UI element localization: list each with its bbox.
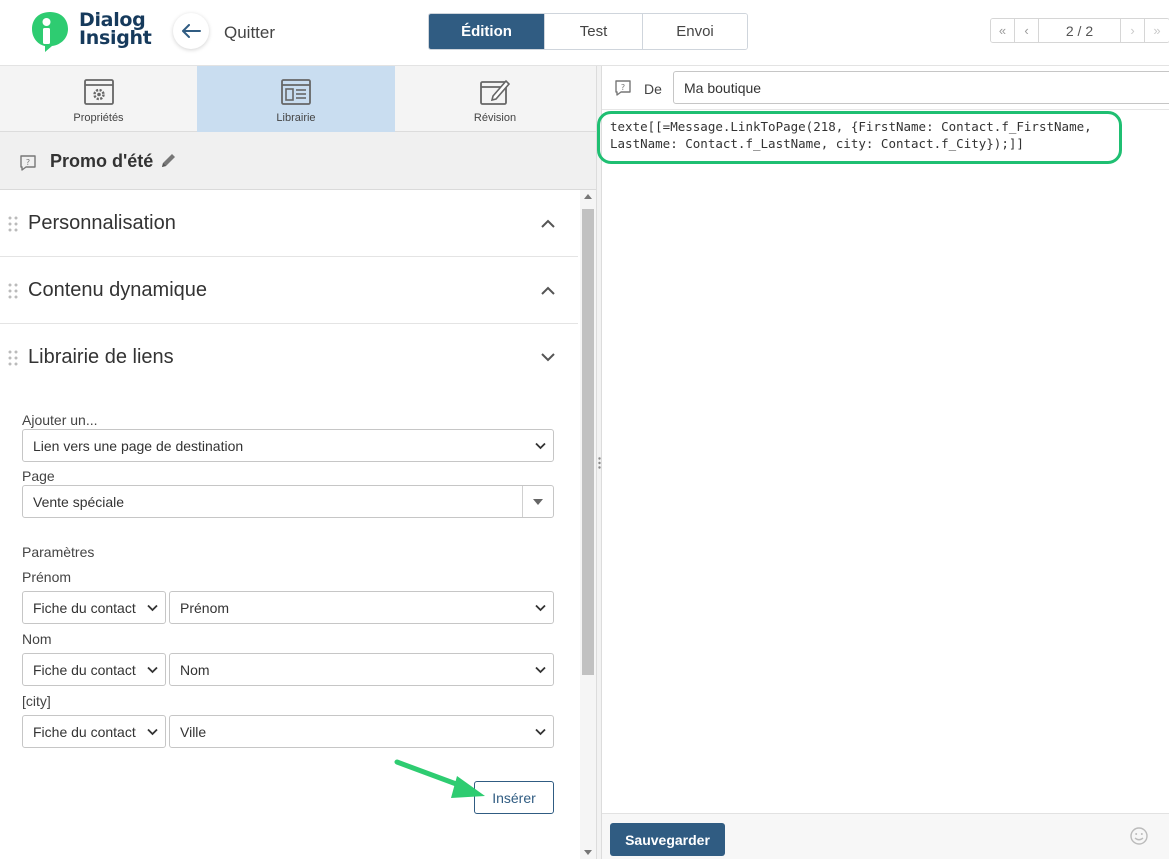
caret-down-icon[interactable] bbox=[533, 499, 543, 505]
prev-page-button[interactable]: ‹ bbox=[1015, 19, 1039, 42]
section-contenu-dynamique[interactable]: Contenu dynamique bbox=[0, 257, 578, 324]
param-source-value: Fiche du contact bbox=[33, 724, 136, 740]
editor-panel: ? De texte[[=Message.LinkToPage(218, {Fi… bbox=[597, 66, 1169, 859]
scroll-down-icon[interactable] bbox=[584, 850, 592, 855]
chevron-down-icon bbox=[147, 666, 158, 674]
tab-librairie[interactable]: Librairie bbox=[197, 66, 395, 132]
page-value: Vente spéciale bbox=[33, 494, 125, 510]
param-label-city: [city] bbox=[22, 693, 51, 709]
tab-edition[interactable]: Édition bbox=[429, 14, 545, 49]
chevron-up-icon[interactable] bbox=[540, 284, 556, 296]
message-help-icon: ? bbox=[615, 80, 631, 96]
last-page-button[interactable]: » bbox=[1145, 19, 1169, 42]
arrow-left-icon bbox=[182, 24, 201, 38]
param-field-select-nom[interactable]: Nom bbox=[169, 653, 554, 686]
top-bar: Dialog Insight Quitter Édition Test Envo… bbox=[0, 0, 1169, 66]
annotation-arrow-icon bbox=[394, 759, 485, 798]
scroll-up-icon[interactable] bbox=[584, 194, 592, 199]
chevron-down-icon bbox=[535, 666, 546, 674]
next-page-button[interactable]: › bbox=[1121, 19, 1145, 42]
param-field-value: Ville bbox=[180, 724, 207, 740]
tab-proprietes-label: Propriétés bbox=[73, 112, 124, 124]
logo-mark-icon bbox=[32, 12, 68, 52]
settings-window-icon bbox=[83, 79, 114, 105]
from-input[interactable] bbox=[673, 71, 1169, 104]
back-button[interactable] bbox=[173, 13, 209, 49]
param-label-nom: Nom bbox=[22, 631, 52, 647]
param-field-select-prenom[interactable]: Prénom bbox=[169, 591, 554, 624]
from-label: De bbox=[644, 81, 662, 97]
dialog-insight-logo: Dialog Insight bbox=[30, 10, 152, 56]
code-highlight-frame bbox=[597, 111, 1122, 164]
chevron-down-icon bbox=[535, 604, 546, 612]
splitter-grip-icon bbox=[598, 457, 601, 469]
link-type-select[interactable]: Lien vers une page de destination bbox=[22, 429, 554, 462]
param-source-value: Fiche du contact bbox=[33, 662, 136, 678]
section-title: Librairie de liens bbox=[28, 346, 174, 368]
first-page-button[interactable]: « bbox=[991, 19, 1015, 42]
logo-text: Dialog Insight bbox=[79, 11, 152, 49]
param-source-select-nom[interactable]: Fiche du contact bbox=[22, 653, 166, 686]
side-tabs: Propriétés Librairie Révision bbox=[0, 66, 596, 132]
library-scroll-area: Personnalisation Contenu dynamique Libra… bbox=[0, 190, 580, 859]
param-label-prenom: Prénom bbox=[22, 569, 72, 585]
chevron-down-icon bbox=[147, 604, 158, 612]
section-personnalisation[interactable]: Personnalisation bbox=[0, 190, 578, 257]
smiley-icon[interactable] bbox=[1129, 826, 1149, 846]
page-indicator: 2 / 2 bbox=[1039, 19, 1121, 42]
chevron-down-icon bbox=[535, 442, 546, 450]
svg-text:?: ? bbox=[621, 83, 625, 92]
message-help-icon: ? bbox=[20, 155, 36, 171]
left-scrollbar[interactable] bbox=[580, 190, 596, 859]
param-source-value: Fiche du contact bbox=[33, 600, 136, 616]
add-type-label: Ajouter un... bbox=[22, 412, 98, 428]
tab-revision[interactable]: Révision bbox=[395, 66, 595, 132]
param-source-select-city[interactable]: Fiche du contact bbox=[22, 715, 166, 748]
tab-envoi[interactable]: Envoi bbox=[643, 14, 747, 49]
left-panel: Propriétés Librairie Révision ? Promo d'… bbox=[0, 66, 596, 859]
page-select[interactable]: Vente spéciale bbox=[22, 485, 554, 518]
param-field-select-city[interactable]: Ville bbox=[169, 715, 554, 748]
revision-edit-icon bbox=[480, 79, 511, 105]
editor-footer: Sauvegarder bbox=[602, 813, 1169, 859]
params-label: Paramètres bbox=[22, 544, 95, 560]
logo-line-2: Insight bbox=[79, 27, 152, 49]
tab-revision-label: Révision bbox=[473, 112, 517, 124]
param-field-value: Prénom bbox=[180, 600, 230, 616]
chevron-down-icon bbox=[535, 728, 546, 736]
from-row: ? De bbox=[602, 66, 1169, 110]
scrollbar-thumb[interactable] bbox=[582, 209, 594, 675]
section-librairie-de-liens[interactable]: Librairie de liens bbox=[0, 324, 578, 391]
save-button[interactable]: Sauvegarder bbox=[610, 823, 725, 856]
drag-handle-icon[interactable] bbox=[8, 216, 18, 232]
select-divider bbox=[522, 486, 523, 517]
chevron-up-icon[interactable] bbox=[540, 217, 556, 229]
section-title: Personnalisation bbox=[28, 212, 176, 234]
page-label: Page bbox=[22, 468, 55, 484]
chevron-down-icon bbox=[147, 728, 158, 736]
library-layout-icon bbox=[281, 79, 311, 105]
tab-librairie-label: Librairie bbox=[276, 112, 316, 124]
drag-handle-icon[interactable] bbox=[8, 283, 18, 299]
pencil-edit-icon[interactable] bbox=[159, 152, 177, 170]
quit-link[interactable]: Quitter bbox=[224, 23, 275, 43]
tab-test[interactable]: Test bbox=[545, 14, 643, 49]
mode-tabs: Édition Test Envoi bbox=[428, 13, 748, 50]
link-type-value: Lien vers une page de destination bbox=[33, 438, 244, 454]
chevron-down-icon[interactable] bbox=[540, 351, 556, 363]
param-source-select-prenom[interactable]: Fiche du contact bbox=[22, 591, 166, 624]
pager: « ‹ 2 / 2 › » bbox=[990, 18, 1169, 43]
document-title-bar: ? Promo d'été bbox=[0, 132, 596, 190]
document-title: Promo d'été bbox=[50, 151, 154, 171]
tab-proprietes[interactable]: Propriétés bbox=[0, 66, 197, 132]
section-title: Contenu dynamique bbox=[28, 279, 208, 301]
drag-handle-icon[interactable] bbox=[8, 350, 18, 366]
param-field-value: Nom bbox=[180, 662, 210, 678]
svg-text:?: ? bbox=[26, 158, 30, 167]
